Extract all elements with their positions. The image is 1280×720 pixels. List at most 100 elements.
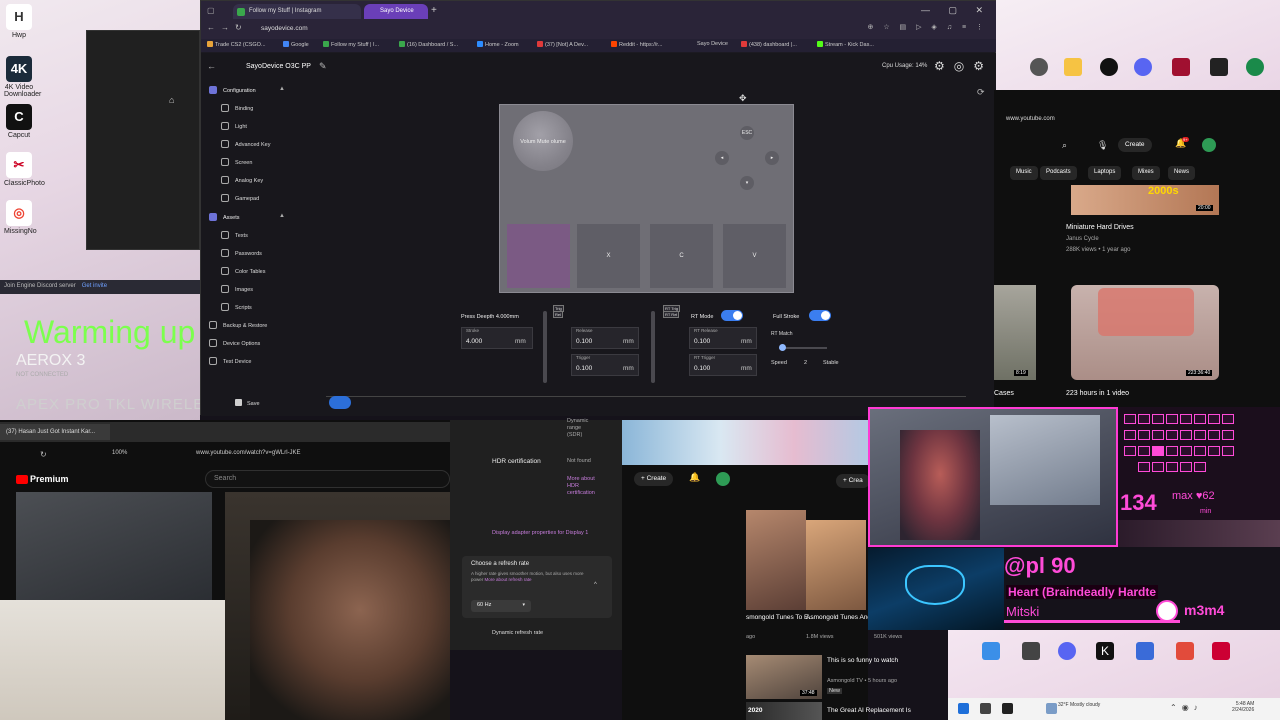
notifications-icon[interactable]: 🔔: [689, 472, 700, 483]
video-title[interactable]: Cases: [994, 390, 1014, 397]
reload-icon[interactable]: ↻: [235, 23, 242, 32]
video-thumbnail[interactable]: [746, 510, 806, 610]
app-icon[interactable]: [1246, 58, 1264, 76]
app-icon[interactable]: [1176, 642, 1194, 660]
create-button[interactable]: + Crea: [836, 474, 870, 488]
save-button[interactable]: Save: [235, 399, 260, 407]
weather-text[interactable]: 32°F Mostly cloudy: [1058, 702, 1100, 708]
bookmark[interactable]: Reddit - https://r...: [611, 41, 662, 48]
window-controls[interactable]: — ▢ ✕: [921, 5, 991, 16]
back-icon[interactable]: ←: [207, 23, 215, 32]
url-field[interactable]: www.youtube.com: [1006, 116, 1055, 122]
move-icon[interactable]: ✥: [739, 93, 747, 104]
tray-icons[interactable]: ⌃◉♪: [1170, 703, 1203, 712]
app-icon[interactable]: [1136, 642, 1154, 660]
app-icon[interactable]: [1212, 642, 1230, 660]
rt-slider[interactable]: [651, 311, 655, 383]
embedded-video[interactable]: [16, 492, 212, 600]
right-key[interactable]: ▸: [765, 151, 779, 165]
sidebar-item-color-tables[interactable]: Color Tables: [221, 267, 265, 275]
overlay-toggle[interactable]: [329, 396, 351, 409]
desktop-icon[interactable]: ✂ ClassicPhoto: [4, 152, 45, 187]
key-v[interactable]: V: [723, 224, 786, 288]
create-button[interactable]: + Create: [634, 472, 674, 486]
depth-slider[interactable]: [543, 311, 547, 383]
bookmark[interactable]: Google: [283, 41, 309, 48]
create-button[interactable]: Create: [1118, 138, 1152, 152]
chip-news[interactable]: News: [1168, 166, 1196, 180]
tab-instagram[interactable]: Follow my Stuff | Instagram: [233, 4, 361, 19]
desktop-icon[interactable]: C Capcut: [4, 104, 34, 139]
release-value[interactable]: 0.100: [576, 338, 592, 345]
desktop-icon[interactable]: ◎ MissingNo: [4, 200, 37, 235]
esc-key[interactable]: ESC: [740, 126, 754, 140]
start-icon[interactable]: [958, 703, 969, 714]
home-icon[interactable]: ⌂: [169, 95, 174, 105]
taskbar-app-icon[interactable]: [980, 703, 991, 714]
refresh-rate-select[interactable]: 60 Hz ▾: [471, 600, 531, 612]
video-title[interactable]: 223 hours in 1 video: [1066, 390, 1129, 397]
chip-music[interactable]: Music: [1010, 166, 1038, 180]
video-thumbnail[interactable]: [806, 520, 866, 610]
clock[interactable]: 5:48 AM 2/24/2026: [1232, 701, 1254, 713]
weather-icon[interactable]: [1046, 703, 1057, 714]
key-x[interactable]: X: [577, 224, 640, 288]
url-field[interactable]: sayodevice.com: [261, 25, 308, 32]
mic-icon[interactable]: 🎙: [1097, 140, 1108, 151]
new-tab-icon[interactable]: +: [431, 5, 437, 16]
chrome-menu-icon[interactable]: ▢: [207, 6, 215, 15]
bookmark[interactable]: Home - Zoom: [477, 41, 519, 48]
video-title[interactable]: This is so funny to watch: [827, 657, 898, 664]
refresh-icon[interactable]: ⟳: [977, 87, 985, 98]
bookmark[interactable]: (37) [Not] A Dev...: [537, 41, 588, 48]
logitech-icon[interactable]: [1030, 58, 1048, 76]
sidebar-item-passwords[interactable]: Passwords: [221, 249, 262, 257]
rt-match-slider[interactable]: [779, 347, 827, 349]
key-selected[interactable]: [507, 224, 570, 288]
app-icon[interactable]: [1210, 58, 1228, 76]
video-title[interactable]: The Great AI Replacement Is: [827, 707, 911, 714]
search-icon[interactable]: ⌕: [1062, 140, 1067, 151]
taskbar-app-icon[interactable]: [1002, 703, 1013, 714]
folder-icon[interactable]: [1064, 58, 1082, 76]
sidebar-item-gamepad[interactable]: Gamepad: [221, 194, 259, 202]
app-top-icons[interactable]: ⚙◎⚙: [934, 59, 993, 73]
app-icon[interactable]: [1172, 58, 1190, 76]
chip-mixes[interactable]: Mixes: [1132, 166, 1160, 180]
full-stroke-toggle[interactable]: [809, 310, 831, 321]
avatar[interactable]: [1202, 138, 1216, 152]
key-c[interactable]: C: [650, 224, 713, 288]
video-channel[interactable]: Janus Cycle: [1066, 236, 1099, 242]
sidebar-item-screen[interactable]: Screen: [221, 158, 252, 166]
hdr-more-link[interactable]: More about HDR certification: [567, 476, 597, 497]
bookmark[interactable]: (16) Dashboard / S...: [399, 41, 458, 48]
app-icon[interactable]: [1100, 58, 1118, 76]
trigger-value[interactable]: 0.100: [576, 365, 592, 372]
app-icon[interactable]: [982, 642, 1000, 660]
bookmark[interactable]: (438) dashboard |...: [741, 41, 797, 48]
extension-icons[interactable]: ⊕ ☆ ▤ ▷ ◈ ♫ ≡ ⋮: [868, 23, 987, 31]
discord-icon[interactable]: [1134, 58, 1152, 76]
reload-icon[interactable]: ↻: [40, 450, 47, 459]
slider-thumb[interactable]: [779, 344, 786, 351]
assets-section[interactable]: Assets ▲: [209, 213, 285, 221]
sidebar-item-scripts[interactable]: Scripts: [221, 303, 252, 311]
video-title[interactable]: smongold Tunes To E...: [746, 614, 814, 621]
chip-podcasts[interactable]: Podcasts: [1040, 166, 1077, 180]
sidebar-item-light[interactable]: Light: [221, 122, 247, 130]
zoom-level[interactable]: 100%: [112, 450, 127, 456]
bookmark[interactable]: Sayo Device: [697, 41, 728, 47]
rt-trigger-value[interactable]: 0.100: [694, 365, 710, 372]
desktop-icon[interactable]: H Hwp: [4, 4, 34, 39]
chip-laptops[interactable]: Laptops: [1088, 166, 1122, 180]
sidebar-item-images[interactable]: Images: [221, 285, 253, 293]
sidebar-item-advanced-key[interactable]: Advanced Key: [221, 140, 270, 148]
stroke-value[interactable]: 4.000: [466, 338, 482, 345]
desktop-icon[interactable]: 4K 4K Video Downloader: [4, 56, 41, 98]
sidebar-item-test-device[interactable]: Test Device: [209, 357, 251, 365]
edit-icon[interactable]: ✎: [319, 61, 327, 72]
tab-sayo-device[interactable]: Sayo Device: [364, 4, 428, 19]
refresh-rate-link[interactable]: More about refresh rate: [485, 577, 532, 582]
avatar[interactable]: [716, 472, 730, 486]
sidebar-item-analog-key[interactable]: Analog Key: [221, 176, 263, 184]
